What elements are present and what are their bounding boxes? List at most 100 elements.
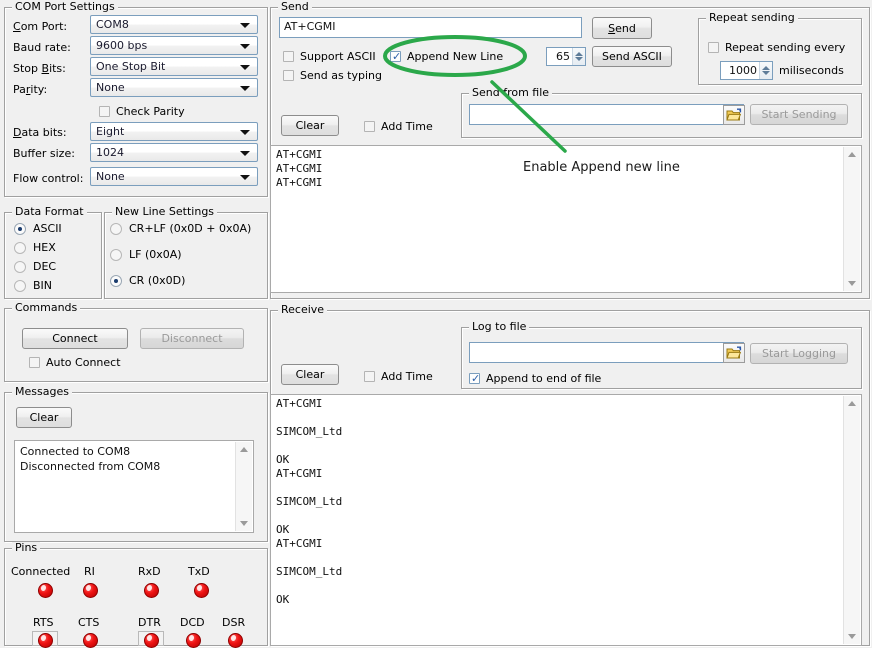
spinner-down-icon[interactable]: [762, 71, 770, 75]
radio-data-format-hex[interactable]: HEX: [14, 241, 56, 254]
start-logging-button[interactable]: Start Logging: [750, 343, 848, 364]
radio-label: LF (0x0A): [129, 248, 182, 261]
spinner-up-icon[interactable]: [575, 52, 583, 56]
stop-bits-value: One Stop Bit: [96, 60, 165, 73]
send-as-typing-label: Send as typing: [300, 69, 382, 82]
repeat-sending-label: Repeat sending every: [725, 41, 845, 54]
ascii-code-spinner[interactable]: 65: [546, 47, 586, 66]
send-button[interactable]: Send: [592, 17, 652, 39]
send-ascii-button[interactable]: Send ASCII: [592, 46, 672, 67]
spinner-buttons[interactable]: [572, 48, 585, 65]
radio-data-format-ascii[interactable]: ASCII: [14, 222, 62, 235]
radio-label: ASCII: [33, 222, 62, 235]
pin-label-ri: RI: [84, 565, 95, 578]
messages-scrollbar[interactable]: [235, 442, 252, 531]
checkbox-box: ✓: [469, 373, 480, 384]
send-console-scrollbar[interactable]: [843, 147, 860, 291]
scroll-up-icon[interactable]: [848, 401, 856, 406]
ascii-code-value: 65: [547, 50, 572, 63]
checkbox-box: [283, 70, 294, 81]
radio-box: [110, 223, 122, 235]
radio-newline-crlf[interactable]: CR+LF (0x0D + 0x0A): [110, 222, 251, 235]
send-ascii-label: Send ASCII: [602, 50, 662, 63]
com-port-settings-title: COM Port Settings: [12, 1, 118, 13]
pin-label-cts: CTS: [78, 616, 99, 629]
scroll-down-icon[interactable]: [240, 521, 248, 526]
send-clear-button[interactable]: Clear: [281, 115, 339, 136]
parity-combo[interactable]: None: [90, 78, 258, 97]
chevron-down-icon: [240, 65, 250, 70]
repeat-sending-title: Repeat sending: [706, 12, 798, 24]
receive-add-time-checkbox[interactable]: Add Time: [364, 370, 433, 383]
send-input-value: AT+CGMI: [284, 20, 336, 33]
check-parity-label: Check Parity: [116, 105, 185, 118]
log-to-file-browse-button[interactable]: [723, 343, 745, 363]
send-input[interactable]: AT+CGMI: [279, 17, 582, 38]
baud-rate-combo[interactable]: 9600 bps: [90, 36, 258, 55]
flow-control-value: None: [96, 170, 125, 183]
checkbox-box: [708, 42, 719, 53]
pin-label-dsr: DSR: [222, 616, 245, 629]
send-from-file-path-input[interactable]: [469, 104, 744, 125]
log-to-file-title: Log to file: [469, 321, 529, 333]
append-to-end-of-file-checkbox[interactable]: ✓ Append to end of file: [469, 372, 601, 385]
scroll-down-icon[interactable]: [848, 634, 856, 639]
check-parity-checkbox[interactable]: Check Parity: [99, 105, 185, 118]
checkbox-box: [99, 106, 110, 117]
radio-label: CR+LF (0x0D + 0x0A): [129, 222, 251, 235]
receive-console-scrollbar[interactable]: [843, 396, 860, 644]
receive-add-time-label: Add Time: [381, 370, 433, 383]
radio-box: [110, 275, 122, 287]
connect-button[interactable]: Connect: [22, 328, 128, 349]
append-new-line-checkbox[interactable]: ✓ Append New Line: [390, 50, 503, 63]
pin-led-rxd: [144, 583, 159, 598]
pin-label-rxd: RxD: [138, 565, 161, 578]
buffer-size-combo[interactable]: 1024: [90, 143, 258, 162]
scroll-up-icon[interactable]: [848, 152, 856, 157]
send-as-typing-checkbox[interactable]: Send as typing: [283, 69, 382, 82]
log-to-file-path-input[interactable]: [469, 342, 744, 363]
spinner-buttons[interactable]: [759, 62, 772, 79]
messages-clear-button[interactable]: Clear: [16, 407, 72, 428]
radio-newline-lf[interactable]: LF (0x0A): [110, 248, 182, 261]
radio-newline-cr[interactable]: CR (0x0D): [110, 274, 185, 287]
messages-clear-label: Clear: [30, 411, 59, 424]
disconnect-button[interactable]: Disconnect: [140, 328, 244, 349]
checkbox-box: [29, 357, 40, 368]
radio-data-format-dec[interactable]: DEC: [14, 260, 56, 273]
open-folder-icon: [726, 108, 742, 122]
scroll-down-icon[interactable]: [848, 281, 856, 286]
support-ascii-label: Support ASCII: [300, 50, 376, 63]
scroll-up-icon[interactable]: [240, 447, 248, 452]
send-from-file-browse-button[interactable]: [723, 105, 745, 125]
flow-control-combo[interactable]: None: [90, 167, 258, 186]
open-folder-icon: [726, 346, 742, 360]
support-ascii-checkbox[interactable]: Support ASCII: [283, 50, 376, 63]
auto-connect-checkbox[interactable]: Auto Connect: [29, 356, 121, 369]
repeat-sending-checkbox[interactable]: Repeat sending every: [708, 41, 845, 54]
data-bits-combo[interactable]: Eight: [90, 122, 258, 141]
radio-box: [14, 223, 26, 235]
com-port-combo[interactable]: COM8: [90, 15, 258, 34]
disconnect-button-label: Disconnect: [161, 332, 222, 345]
checkbox-box: [364, 371, 375, 382]
messages-list[interactable]: Connected to COM8 Disconnected from COM8: [14, 440, 254, 533]
start-sending-button[interactable]: Start Sending: [750, 104, 848, 125]
send-add-time-checkbox[interactable]: Add Time: [364, 120, 433, 133]
auto-connect-label: Auto Connect: [46, 356, 121, 369]
pin-label-connected: Connected: [11, 565, 70, 578]
stop-bits-combo[interactable]: One Stop Bit: [90, 57, 258, 76]
checkbox-box: [364, 121, 375, 132]
com-port-value: COM8: [96, 18, 129, 31]
receive-clear-label: Clear: [296, 368, 325, 381]
pin-label-dcd: DCD: [180, 616, 205, 629]
spinner-up-icon[interactable]: [762, 66, 770, 70]
radio-data-format-bin[interactable]: BIN: [14, 279, 52, 292]
receive-clear-button[interactable]: Clear: [281, 364, 339, 385]
spinner-down-icon[interactable]: [575, 57, 583, 61]
receive-console[interactable]: AT+CGMI SIMCOM_Ltd OK AT+CGMI SIMCOM_Ltd…: [270, 394, 862, 646]
chevron-down-icon: [240, 86, 250, 91]
send-add-time-label: Add Time: [381, 120, 433, 133]
pins-title: Pins: [12, 542, 40, 554]
repeat-interval-spinner[interactable]: 1000: [720, 61, 773, 80]
